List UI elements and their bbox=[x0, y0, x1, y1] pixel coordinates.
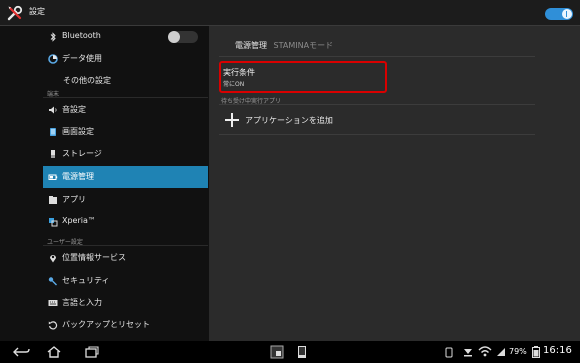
settings-sidebar: Bluetooth データ使用 その他の設定 端末 音設定 画面設定 ストレージ… bbox=[0, 26, 209, 341]
sidebar-item-label: 画面設定 bbox=[62, 127, 94, 136]
page-title: 設定 bbox=[29, 7, 45, 16]
breadcrumb-parent[interactable]: 電源管理 bbox=[235, 41, 267, 50]
sidebar-item-storage[interactable]: ストレージ bbox=[43, 143, 208, 165]
sidebar-item-label: 言語と入力 bbox=[62, 298, 102, 307]
download-status-icon bbox=[464, 349, 472, 357]
location-pin-icon bbox=[50, 255, 56, 263]
signal-status-icon bbox=[497, 348, 505, 356]
display-icon bbox=[50, 128, 56, 136]
sidebar-item-language[interactable]: 言語と入力 bbox=[43, 292, 208, 314]
apps-icon bbox=[49, 196, 57, 204]
phone-status-icon bbox=[445, 347, 453, 358]
divider bbox=[219, 104, 535, 105]
clock: 16:16 bbox=[543, 345, 572, 356]
battery-icon bbox=[532, 346, 540, 358]
sidebar-item-data-usage[interactable]: データ使用 bbox=[43, 48, 208, 70]
home-icon[interactable] bbox=[46, 345, 62, 359]
sidebar-item-power[interactable]: 電源管理 bbox=[43, 166, 208, 188]
xperia-icon bbox=[49, 218, 58, 227]
breadcrumb-current: STAMINAモード bbox=[273, 41, 334, 50]
sidebar-item-security[interactable]: セキュリティ bbox=[43, 270, 208, 292]
divider bbox=[43, 97, 208, 98]
speaker-icon bbox=[49, 106, 57, 114]
switch-knob bbox=[168, 31, 180, 43]
sidebar-item-label: 音設定 bbox=[62, 105, 86, 114]
sidebar-item-sound[interactable]: 音設定 bbox=[43, 99, 208, 121]
breadcrumb: 電源管理 STAMINAモード bbox=[235, 40, 333, 51]
detail-pane: 電源管理 STAMINAモード 実行条件 常にON 待ち受け中実行アプリ アプリ… bbox=[209, 26, 580, 341]
key-icon bbox=[48, 277, 57, 286]
add-application-label: アプリケーションを追加 bbox=[245, 116, 333, 125]
small-app-icon[interactable] bbox=[270, 345, 284, 359]
divider bbox=[43, 245, 208, 246]
sidebar-item-backup[interactable]: バックアップとリセット bbox=[43, 314, 208, 336]
keyboard-icon bbox=[48, 300, 58, 306]
data-usage-icon bbox=[48, 54, 58, 64]
sidebar-item-bluetooth[interactable]: Bluetooth bbox=[43, 26, 208, 48]
sidebar-item-label: 電源管理 bbox=[62, 172, 94, 181]
sidebar-item-label: ストレージ bbox=[62, 149, 102, 158]
sidebar-item-apps[interactable]: アプリ bbox=[43, 189, 208, 211]
sidebar-item-label: セキュリティ bbox=[62, 276, 110, 285]
back-icon[interactable] bbox=[12, 345, 32, 359]
recent-apps-icon[interactable] bbox=[84, 345, 100, 359]
sidebar-item-label: アプリ bbox=[62, 195, 86, 204]
sidebar-item-location[interactable]: 位置情報サービス bbox=[43, 247, 208, 269]
add-application-button[interactable]: アプリケーションを追加 bbox=[219, 110, 535, 132]
wifi-icon bbox=[478, 346, 492, 357]
sidebar-item-label: データ使用 bbox=[62, 54, 102, 63]
backup-reset-icon bbox=[48, 321, 58, 330]
battery-icon bbox=[48, 174, 58, 180]
plus-icon bbox=[225, 113, 239, 127]
toggle-knob bbox=[562, 9, 572, 19]
sidebar-item-label: 位置情報サービス bbox=[62, 253, 126, 262]
system-bar: 79% 16:16 bbox=[0, 341, 580, 363]
run-condition-title: 実行条件 bbox=[223, 68, 255, 77]
run-condition-value: 常にON bbox=[223, 81, 245, 88]
run-condition-item[interactable]: 実行条件 常にON bbox=[219, 61, 387, 93]
divider bbox=[219, 134, 535, 135]
battery-percent: 79% bbox=[509, 347, 527, 356]
sidebar-item-xperia[interactable]: Xperia™ bbox=[43, 211, 208, 233]
divider bbox=[219, 56, 535, 57]
sidebar-item-label: その他の設定 bbox=[63, 76, 111, 85]
screenshot-icon[interactable] bbox=[295, 345, 309, 359]
wrench-screwdriver-icon[interactable] bbox=[6, 4, 24, 22]
sidebar-item-display[interactable]: 画面設定 bbox=[43, 121, 208, 143]
sidebar-item-other-settings[interactable]: その他の設定 bbox=[43, 70, 208, 92]
sidebar-item-label: バックアップとリセット bbox=[62, 320, 150, 329]
action-bar: 設定 bbox=[0, 0, 580, 26]
storage-icon bbox=[51, 150, 55, 158]
bluetooth-switch[interactable] bbox=[168, 31, 198, 43]
sidebar-item-label: Bluetooth bbox=[62, 31, 101, 40]
sidebar-item-label: Xperia™ bbox=[62, 216, 96, 225]
master-toggle[interactable] bbox=[545, 8, 573, 20]
bluetooth-icon bbox=[50, 32, 56, 42]
